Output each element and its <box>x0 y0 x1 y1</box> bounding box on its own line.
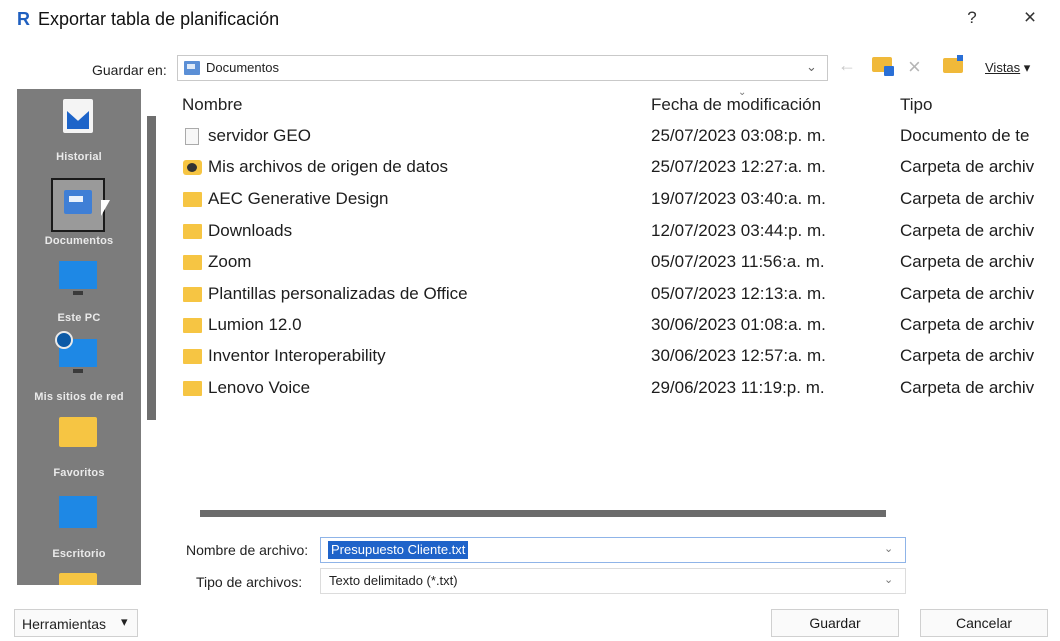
file-row[interactable]: servidor GEO 25/07/2023 03:08:p. m. Docu… <box>177 121 1060 152</box>
file-name: servidor GEO <box>208 126 311 145</box>
save-in-label: Guardar en: <box>92 62 167 78</box>
places-scrollbar[interactable] <box>147 116 156 420</box>
file-row[interactable]: Lenovo Voice 29/06/2023 11:19:p. m. Carp… <box>177 373 1060 404</box>
save-button[interactable]: Guardar <box>771 609 899 637</box>
up-one-level-icon[interactable] <box>872 57 894 76</box>
help-button[interactable]: ? <box>962 8 982 28</box>
place-this-pc-label[interactable]: Este PC <box>17 312 141 324</box>
file-type: Carpeta de archiv <box>900 346 1035 365</box>
file-name: Downloads <box>208 221 293 240</box>
file-date: 19/07/2023 03:40:a. m. <box>651 189 826 208</box>
folder-icon <box>183 224 202 239</box>
chevron-down-icon[interactable]: ⌄ <box>884 542 893 555</box>
favorites-folder-icon[interactable] <box>59 417 97 447</box>
chevron-down-icon[interactable]: ⌄ <box>884 573 893 586</box>
network-icon[interactable] <box>55 331 97 373</box>
caret-down-icon: ▾ <box>121 614 128 629</box>
file-type: Carpeta de archiv <box>900 315 1035 334</box>
save-in-value: Documentos <box>206 60 279 75</box>
file-row[interactable]: AEC Generative Design 19/07/2023 03:40:a… <box>177 184 1060 215</box>
filetype-label: Tipo de archivos: <box>196 574 303 590</box>
file-row[interactable]: Downloads 12/07/2023 03:44:p. m. Carpeta… <box>177 216 1060 247</box>
file-type: Carpeta de archiv <box>900 284 1035 303</box>
file-name: Lumion 12.0 <box>208 315 302 334</box>
file-type: Carpeta de archiv <box>900 378 1035 397</box>
history-icon[interactable] <box>63 99 93 133</box>
places-bar: Historial Documentos Este PC Mis sitios … <box>17 89 141 585</box>
file-type: Carpeta de archiv <box>900 189 1035 208</box>
filetype-value: Texto delimitado (*.txt) <box>329 573 458 588</box>
new-folder-icon[interactable] <box>943 55 963 73</box>
file-name: Plantillas personalizadas de Office <box>208 284 468 303</box>
file-row[interactable]: Lumion 12.0 30/06/2023 01:08:a. m. Carpe… <box>177 310 1060 341</box>
filename-input[interactable]: Presupuesto Cliente.txt ⌄ <box>320 537 906 563</box>
filename-label: Nombre de archivo: <box>186 542 309 558</box>
file-row[interactable]: Inventor Interoperability 30/06/2023 12:… <box>177 341 1060 372</box>
computer-icon[interactable] <box>59 261 97 295</box>
folder-icon <box>183 318 202 333</box>
place-favorites-label[interactable]: Favoritos <box>17 467 141 479</box>
delete-icon[interactable]: × <box>908 54 921 80</box>
file-list: Nombre ⌄ Fecha de modificación Tipo serv… <box>177 87 1060 513</box>
filename-value[interactable]: Presupuesto Cliente.txt <box>328 541 469 559</box>
file-type: Carpeta de archiv <box>900 157 1035 176</box>
folder-icon <box>183 255 202 270</box>
file-date: 30/06/2023 01:08:a. m. <box>651 315 826 334</box>
file-row[interactable]: Zoom 05/07/2023 11:56:a. m. Carpeta de a… <box>177 247 1060 278</box>
column-header-type[interactable]: Tipo <box>900 95 932 115</box>
horizontal-scrollbar[interactable] <box>200 510 886 517</box>
file-date: 29/06/2023 11:19:p. m. <box>651 378 825 397</box>
tools-button[interactable]: Herramientas ▾ <box>14 609 138 637</box>
views-label: Vistas <box>985 60 1021 75</box>
place-network-label[interactable]: Mis sitios de red <box>17 391 141 403</box>
file-date: 30/06/2023 12:57:a. m. <box>651 346 826 365</box>
mouse-cursor-icon <box>101 200 110 216</box>
file-name: Mis archivos de origen de datos <box>208 157 449 176</box>
file-date: 05/07/2023 12:13:a. m. <box>651 284 826 303</box>
revit-logo-icon: R <box>17 9 30 29</box>
file-icon <box>185 128 199 145</box>
folder-icon[interactable] <box>59 573 97 585</box>
cancel-button[interactable]: Cancelar <box>920 609 1048 637</box>
file-row[interactable]: Mis archivos de origen de datos 25/07/20… <box>177 152 1060 183</box>
save-in-dropdown[interactable]: Documentos ⌄ <box>177 55 828 81</box>
close-button[interactable]: × <box>1018 6 1042 30</box>
file-date: 05/07/2023 11:56:a. m. <box>651 252 825 271</box>
file-name: Inventor Interoperability <box>208 346 386 365</box>
place-recent-label[interactable]: Historial <box>17 151 141 163</box>
file-date: 25/07/2023 12:27:a. m. <box>651 157 826 176</box>
tools-label: Herramientas <box>22 616 107 632</box>
file-type: Carpeta de archiv <box>900 252 1035 271</box>
documents-icon[interactable] <box>64 190 92 214</box>
folder-icon <box>183 192 202 207</box>
folder-icon <box>183 287 202 302</box>
dialog-title: Exportar tabla de planificación <box>38 9 280 29</box>
file-date: 12/07/2023 03:44:p. m. <box>651 221 826 240</box>
file-name: Lenovo Voice <box>208 378 311 397</box>
documents-folder-icon <box>184 61 200 75</box>
filetype-select[interactable]: Texto delimitado (*.txt) ⌄ <box>320 568 906 594</box>
desktop-icon[interactable] <box>59 496 97 528</box>
file-row[interactable]: Plantillas personalizadas de Office 05/0… <box>177 279 1060 310</box>
back-icon[interactable]: ← <box>838 55 856 76</box>
place-documents-label[interactable]: Documentos <box>17 235 141 247</box>
special-folder-icon <box>183 160 202 175</box>
file-name: AEC Generative Design <box>208 189 389 208</box>
folder-icon <box>183 349 202 364</box>
place-desktop-label[interactable]: Escritorio <box>17 548 141 560</box>
column-header-name[interactable]: Nombre <box>182 95 242 115</box>
chevron-down-icon[interactable]: ⌄ <box>806 59 817 75</box>
file-date: 25/07/2023 03:08:p. m. <box>651 126 826 145</box>
title-bar: R Exportar tabla de planificación ? × <box>0 0 1060 38</box>
folder-icon <box>183 381 202 396</box>
file-type: Carpeta de archiv <box>900 221 1035 240</box>
file-type: Documento de te <box>900 126 1030 145</box>
column-header-date[interactable]: Fecha de modificación <box>651 95 821 115</box>
views-button[interactable]: Vistas ▾ <box>985 60 1030 76</box>
file-name: Zoom <box>208 252 252 271</box>
